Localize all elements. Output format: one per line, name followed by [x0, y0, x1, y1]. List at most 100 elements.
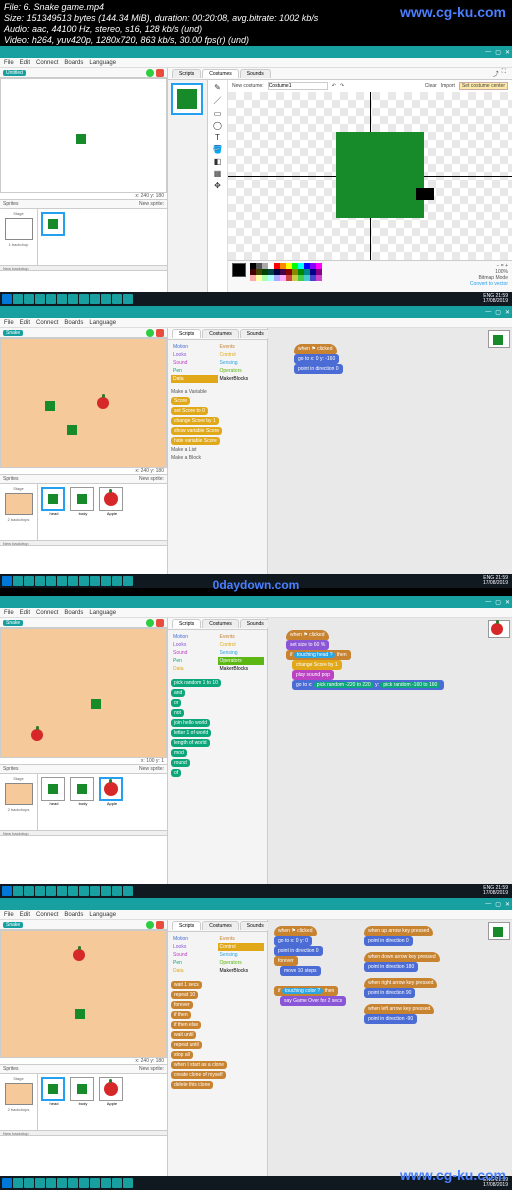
undo-icon[interactable]: ↶ [332, 83, 336, 89]
menu-connect[interactable]: Connect [36, 912, 58, 918]
costume-name-input[interactable] [268, 82, 328, 90]
block-hat[interactable]: when up arrow key pressed [364, 926, 433, 936]
start-icon[interactable] [2, 576, 12, 586]
menu-connect[interactable]: Connect [36, 610, 58, 616]
make-block-button[interactable]: Make a Block [171, 455, 264, 461]
task-icon[interactable] [24, 294, 34, 304]
share-icon[interactable]: ⤴ [493, 69, 499, 78]
ctl-block[interactable]: if then else [171, 1021, 201, 1029]
green-flag-icon[interactable] [146, 329, 154, 337]
block-set[interactable]: set Score to 0 [171, 407, 208, 415]
block-hat[interactable]: when down arrow key pressed [364, 952, 440, 962]
make-variable-button[interactable]: Make a Variable [171, 389, 264, 395]
op-block[interactable]: round [171, 759, 190, 767]
sprite-item[interactable]: body [70, 1077, 96, 1127]
block-direction[interactable]: point in direction 180 [364, 962, 418, 972]
task-icon[interactable] [13, 294, 23, 304]
cat-sensing[interactable]: Sensing [218, 359, 265, 367]
costume-thumb[interactable] [171, 83, 203, 115]
win-max-icon[interactable]: ▢ [495, 49, 501, 56]
menu-connect[interactable]: Connect [36, 60, 58, 66]
op-block[interactable]: pick random 1 to 10 [171, 679, 221, 687]
menu-boards[interactable]: Boards [64, 60, 83, 66]
block-goto[interactable]: go to x: 0 y: -160 [294, 354, 339, 364]
ctl-block[interactable]: stop all [171, 1051, 193, 1059]
block-sound[interactable]: play sound pop [292, 670, 334, 680]
stop-icon[interactable] [156, 69, 164, 77]
block-hat[interactable]: when right arrow key pressed [364, 978, 437, 988]
win-close-icon[interactable]: ✕ [505, 49, 510, 56]
tab-costumes[interactable]: Costumes [202, 619, 239, 628]
menu-language[interactable]: Language [89, 320, 116, 326]
script-area[interactable]: when ⚑ clicked set size to 60 % if touch… [268, 618, 512, 884]
windows-taskbar[interactable]: ENG 21:5917/08/2019 [0, 884, 512, 898]
select-icon[interactable]: ▦ [214, 169, 222, 178]
block-goto[interactable]: go to x: 0 y: 0 [274, 936, 312, 946]
task-icon[interactable] [79, 294, 89, 304]
task-icon[interactable] [90, 294, 100, 304]
current-color[interactable] [232, 263, 246, 277]
block-change[interactable]: change Score by 1 [292, 660, 342, 670]
block-var[interactable]: Score [171, 397, 190, 405]
block-forever[interactable]: forever [274, 956, 298, 966]
cat-looks[interactable]: Looks [171, 351, 218, 359]
tab-scripts[interactable]: Scripts [172, 69, 201, 78]
block-change[interactable]: change Score by 1 [171, 417, 219, 425]
import-button[interactable]: Import [441, 83, 455, 89]
sprite-item[interactable]: head [41, 777, 67, 827]
block-hide[interactable]: hide variable Score [171, 437, 220, 445]
tab-sounds[interactable]: Sounds [240, 69, 271, 78]
block-hat[interactable]: when left arrow key pressed [364, 1004, 434, 1014]
ctl-block[interactable]: repeat 10 [171, 991, 198, 999]
ctl-block[interactable]: repeat until [171, 1041, 202, 1049]
system-clock[interactable]: ENG 21:5917/08/2019 [483, 294, 510, 304]
block-direction[interactable]: point in direction 90 [364, 988, 415, 998]
tab-sounds[interactable]: Sounds [240, 329, 271, 338]
op-block[interactable]: and [171, 689, 185, 697]
block-direction[interactable]: point in direction 0 [274, 946, 323, 956]
cat-operators[interactable]: Operators [218, 367, 265, 375]
menu-connect[interactable]: Connect [36, 320, 58, 326]
stop-icon[interactable] [156, 329, 164, 337]
win-min-icon[interactable]: — [485, 49, 491, 55]
tab-scripts[interactable]: Scripts [172, 619, 201, 628]
expand-icon[interactable]: ⛶ [502, 69, 506, 78]
stage-thumb[interactable] [5, 493, 33, 515]
green-flag-icon[interactable] [146, 619, 154, 627]
op-block[interactable]: letter 1 of world [171, 729, 211, 737]
sprite-item[interactable]: Apple [99, 1077, 125, 1127]
cat-motion[interactable]: Motion [171, 343, 218, 351]
menu-edit[interactable]: Edit [20, 320, 30, 326]
windows-taskbar[interactable]: ENG 21:5917/08/2019 [0, 292, 512, 306]
block-if[interactable]: if touching color ? then [274, 986, 338, 996]
redo-icon[interactable]: ↷ [340, 83, 344, 89]
sprite-item[interactable]: body [70, 487, 96, 537]
menu-boards[interactable]: Boards [64, 320, 83, 326]
color-palette[interactable] [250, 263, 322, 281]
menu-file[interactable]: File [4, 610, 14, 616]
block-hat[interactable]: when ⚑ clicked [286, 630, 329, 640]
menu-file[interactable]: File [4, 912, 14, 918]
convert-vector-button[interactable]: Convert to vector [470, 281, 508, 287]
line-icon[interactable]: ／ [214, 95, 222, 106]
block-direction[interactable]: point in direction 0 [294, 364, 343, 374]
menu-boards[interactable]: Boards [64, 912, 83, 918]
sprite-item[interactable] [41, 212, 67, 262]
sprite-item[interactable]: head [41, 487, 67, 537]
menu-language[interactable]: Language [89, 912, 116, 918]
task-icon[interactable] [68, 294, 78, 304]
menu-boards[interactable]: Boards [64, 610, 83, 616]
tab-scripts[interactable]: Scripts [172, 329, 201, 338]
script-area[interactable]: when ⚑ clicked go to x: 0 y: 0 point in … [268, 920, 512, 1176]
menu-edit[interactable]: Edit [20, 60, 30, 66]
ctl-block[interactable]: delete this clone [171, 1081, 213, 1089]
block-goto[interactable]: go to x: pick random -220 to 220 y: pick… [292, 680, 444, 690]
block-move[interactable]: move 10 steps [280, 966, 321, 976]
rect-icon[interactable]: ▭ [214, 109, 222, 118]
block-setsize[interactable]: set size to 60 % [286, 640, 329, 650]
script-area[interactable]: when ⚑ clicked go to x: 0 y: -160 point … [268, 328, 512, 574]
cat-data[interactable]: Data [171, 375, 218, 383]
fill-icon[interactable]: 🪣 [213, 145, 223, 154]
block-direction[interactable]: point in direction -90 [364, 1014, 417, 1024]
clear-button[interactable]: Clear [425, 83, 437, 89]
